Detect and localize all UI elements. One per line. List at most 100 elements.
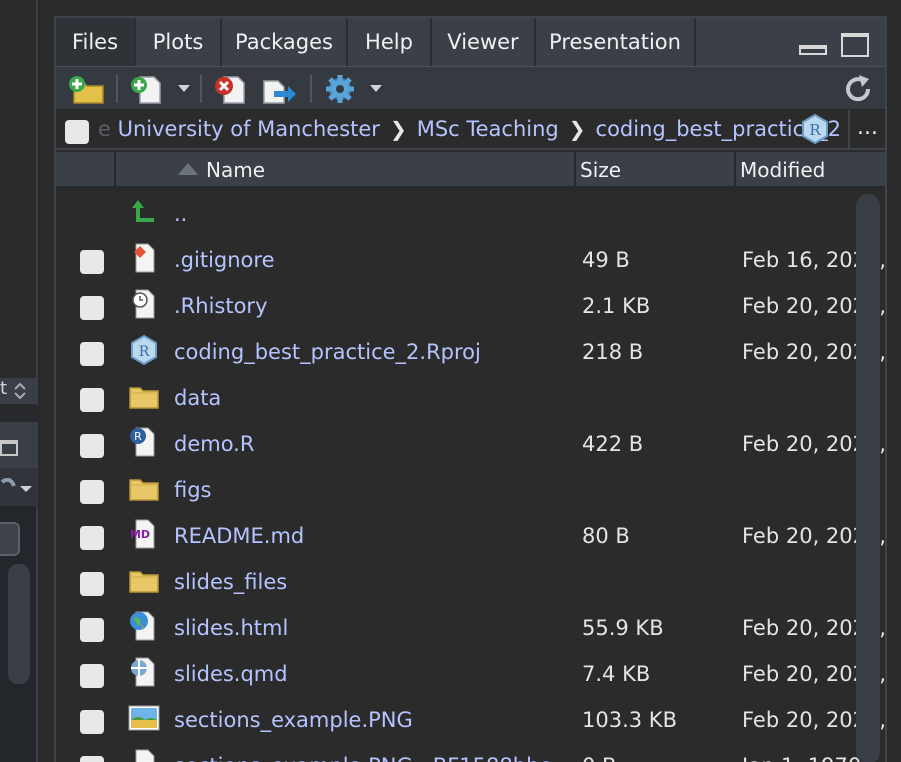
file-name[interactable]: figs bbox=[174, 478, 212, 502]
header-modified[interactable]: Modified bbox=[736, 152, 885, 188]
file-checkbox[interactable] bbox=[80, 250, 104, 274]
file-name[interactable]: demo.R bbox=[174, 432, 254, 456]
up-arrow-icon bbox=[132, 200, 154, 222]
left-pane-top: t bbox=[0, 0, 38, 405]
tab-presentation[interactable]: Presentation bbox=[536, 18, 696, 66]
folder-icon bbox=[129, 571, 159, 593]
file-row[interactable]: .. bbox=[56, 192, 885, 238]
folder-icon bbox=[129, 479, 159, 501]
git-file-icon bbox=[134, 243, 155, 273]
header-size[interactable]: Size bbox=[576, 152, 736, 188]
breadcrumb: e University of Manchester ❯ MSc Teaching ❯… bbox=[56, 110, 885, 150]
markdown-file-icon: MD bbox=[130, 519, 155, 549]
file-size: 49 B bbox=[582, 248, 630, 272]
file-row[interactable]: slides.html 55.9 KB Feb 20, 2024, bbox=[56, 606, 885, 652]
tab-bar: Files Plots Packages Help Viewer Present… bbox=[56, 18, 885, 66]
file-size: 55.9 KB bbox=[582, 616, 664, 640]
file-checkbox[interactable] bbox=[80, 710, 104, 734]
file-name[interactable]: coding_best_practice_2.Rproj bbox=[174, 340, 481, 364]
header-name[interactable]: Name bbox=[116, 152, 576, 188]
file-name[interactable]: slides_files bbox=[174, 570, 287, 594]
file-checkbox[interactable] bbox=[80, 526, 104, 550]
file-size: 218 B bbox=[582, 340, 644, 364]
file-row[interactable]: MD README.md 80 B Feb 20, 2024, bbox=[56, 514, 885, 560]
tab-files[interactable]: Files bbox=[56, 18, 136, 66]
file-row[interactable]: .Rhistory 2.1 KB Feb 20, 2024, bbox=[56, 284, 885, 330]
gear-icon[interactable] bbox=[324, 73, 358, 105]
file-checkbox[interactable] bbox=[80, 618, 104, 642]
file-name[interactable]: .. bbox=[174, 202, 187, 226]
breadcrumb-item-university[interactable]: University of Manchester bbox=[118, 117, 380, 141]
header-name-label: Name bbox=[206, 158, 266, 182]
file-checkbox[interactable] bbox=[80, 388, 104, 412]
file-name[interactable]: .gitignore bbox=[174, 248, 275, 272]
files-toolbar bbox=[56, 66, 885, 110]
rproj-file-icon: R bbox=[131, 334, 157, 366]
new-folder-icon[interactable] bbox=[68, 73, 106, 105]
file-checkbox[interactable] bbox=[80, 756, 104, 762]
file-name[interactable]: slides.qmd bbox=[174, 662, 288, 686]
window-icon[interactable] bbox=[0, 440, 18, 456]
file-name[interactable]: .Rhistory bbox=[174, 294, 268, 318]
new-file-icon[interactable] bbox=[128, 73, 164, 105]
file-row[interactable]: figs bbox=[56, 468, 885, 514]
breadcrumb-item-msc-teaching[interactable]: MSc Teaching bbox=[417, 117, 559, 141]
file-size: 0 B bbox=[582, 754, 616, 762]
refresh-dropdown-icon[interactable] bbox=[0, 478, 36, 498]
left-pane-scrollbar[interactable] bbox=[8, 564, 30, 684]
select-all-checkbox[interactable] bbox=[65, 120, 89, 144]
file-size: 103.3 KB bbox=[582, 708, 677, 732]
chevron-right-icon: ❯ bbox=[389, 117, 407, 141]
svg-text:R: R bbox=[139, 344, 150, 360]
file-name[interactable]: slides.html bbox=[174, 616, 288, 640]
file-list-header: Name Size Modified bbox=[56, 152, 885, 188]
file-row[interactable]: sections_example.PNG...BF1588bbe0 BJan 1… bbox=[56, 744, 885, 762]
file-list-scrollbar[interactable] bbox=[856, 194, 880, 762]
left-select[interactable]: t bbox=[0, 378, 38, 404]
svg-text:R: R bbox=[134, 430, 142, 443]
tab-packages[interactable]: Packages bbox=[222, 18, 348, 66]
file-row[interactable]: slides.qmd 7.4 KB Feb 20, 2024, bbox=[56, 652, 885, 698]
maximize-button[interactable] bbox=[841, 33, 869, 57]
header-checkbox-column bbox=[56, 152, 116, 188]
left-neighbor-pane: t bbox=[0, 0, 40, 762]
file-row[interactable]: slides_files bbox=[56, 560, 885, 606]
new-file-dropdown-icon[interactable] bbox=[178, 85, 190, 92]
file-row[interactable]: data bbox=[56, 376, 885, 422]
file-name[interactable]: README.md bbox=[174, 524, 304, 548]
toolbar-separator bbox=[116, 75, 118, 103]
file-checkbox[interactable] bbox=[80, 434, 104, 458]
file-checkbox[interactable] bbox=[80, 664, 104, 688]
quarto-file-icon bbox=[131, 657, 155, 687]
left-pane-header bbox=[0, 424, 38, 468]
left-pane-bottom bbox=[0, 422, 38, 762]
file-name[interactable]: data bbox=[174, 386, 221, 410]
more-dropdown-icon[interactable] bbox=[370, 85, 382, 92]
file-checkbox[interactable] bbox=[80, 296, 104, 320]
breadcrumb-more-button[interactable]: ... bbox=[848, 110, 885, 150]
file-row[interactable]: sections_example.PNG 103.3 KB Feb 20, 2024… bbox=[56, 698, 885, 744]
file-checkbox[interactable] bbox=[80, 572, 104, 596]
file-checkbox[interactable] bbox=[80, 480, 104, 504]
file-name[interactable]: sections_example.PNG bbox=[174, 708, 413, 732]
left-pane-input[interactable] bbox=[0, 522, 20, 556]
file-name[interactable]: sections_example.PNG...BF1588bbe bbox=[174, 754, 552, 762]
file-row[interactable]: Rdemo.R 422 B Feb 20, 2024, bbox=[56, 422, 885, 468]
tab-plots[interactable]: Plots bbox=[136, 18, 222, 66]
toolbar-separator bbox=[310, 75, 312, 103]
file-checkbox[interactable] bbox=[80, 342, 104, 366]
rename-icon[interactable] bbox=[260, 73, 298, 105]
tab-viewer[interactable]: Viewer bbox=[432, 18, 536, 66]
file-size: 80 B bbox=[582, 524, 630, 548]
blank-file-icon bbox=[135, 749, 155, 762]
delete-icon[interactable] bbox=[210, 73, 248, 105]
file-size: 7.4 KB bbox=[582, 662, 651, 686]
file-row[interactable]: Rcoding_best_practice_2.Rproj 218 B Feb 20… bbox=[56, 330, 885, 376]
refresh-icon[interactable] bbox=[842, 73, 874, 105]
rproj-icon[interactable]: R bbox=[800, 113, 830, 145]
tab-help[interactable]: Help bbox=[348, 18, 432, 66]
file-list: .. .gitignore 49 B Feb 16, 2024, .Rhistory 2.… bbox=[56, 188, 885, 762]
minimize-button[interactable] bbox=[799, 45, 827, 55]
file-row[interactable]: .gitignore 49 B Feb 16, 2024, bbox=[56, 238, 885, 284]
left-select-text: t bbox=[0, 378, 8, 399]
